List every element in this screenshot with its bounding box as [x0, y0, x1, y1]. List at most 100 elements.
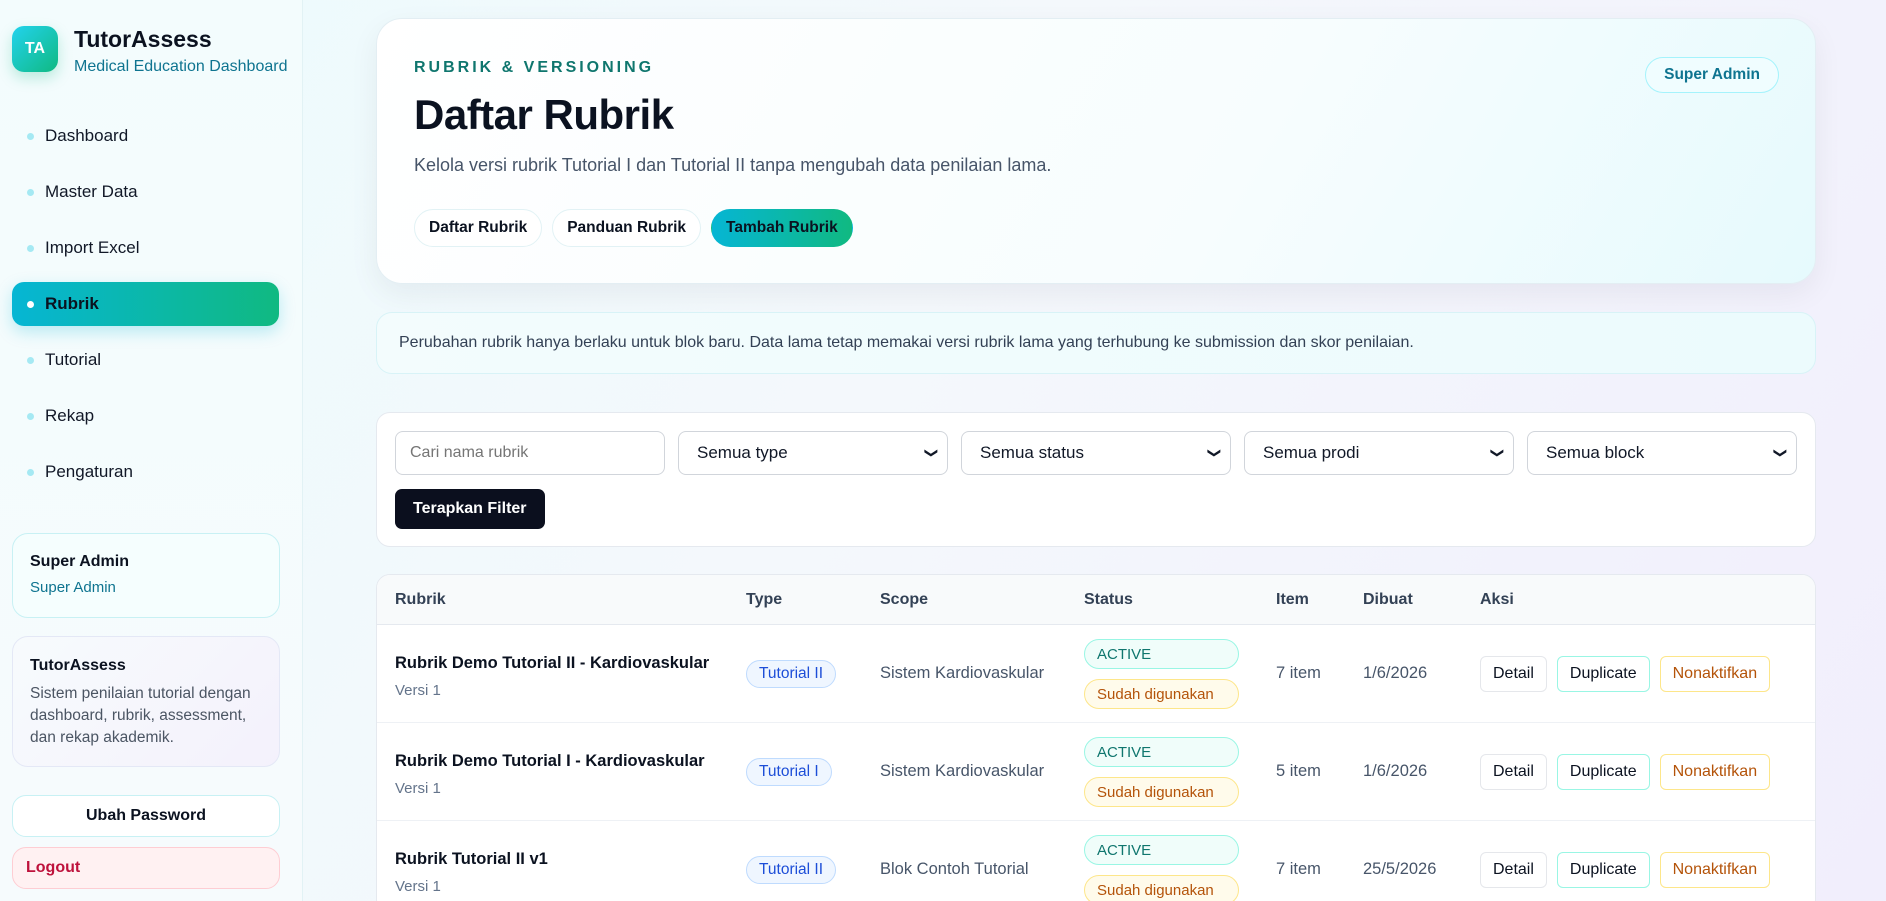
column-header-aksi: Aksi: [1480, 591, 1514, 608]
chevron-down-icon: ❯: [924, 447, 940, 459]
sidebar-item-label: Import Excel: [45, 238, 140, 257]
sidebar-nav: Dashboard Master Data Import Excel Rubri…: [12, 114, 279, 506]
page-header: RUBRIK & VERSIONING Daftar Rubrik Kelola…: [376, 18, 1816, 284]
sidebar-item-label: Dashboard: [45, 126, 129, 145]
info-notice: Perubahan rubrik hanya berlaku untuk blo…: [376, 312, 1816, 374]
column-header-scope: Scope: [880, 591, 929, 608]
detail-button[interactable]: Detail: [1480, 754, 1547, 790]
bullet-icon: [27, 412, 34, 420]
app-info-card: TutorAssess Sistem penilaian tutorial de…: [12, 636, 280, 767]
brand-subtitle: Medical Education Dashboard: [74, 58, 288, 75]
created-date: 1/6/2026: [1363, 762, 1428, 780]
change-password-button[interactable]: Ubah Password: [12, 795, 280, 837]
detail-button[interactable]: Detail: [1480, 656, 1547, 692]
status-badge: ACTIVE: [1084, 639, 1239, 669]
type-select[interactable]: Semua type ❯: [678, 431, 948, 475]
bullet-icon: [27, 468, 34, 476]
type-badge: Tutorial II: [746, 856, 837, 884]
duplicate-button[interactable]: Duplicate: [1556, 656, 1650, 692]
tab-daftar-rubrik[interactable]: Daftar Rubrik: [414, 209, 543, 247]
sidebar-item-pengaturan[interactable]: Pengaturan: [12, 450, 279, 494]
sidebar-item-label: Rubrik: [45, 294, 99, 313]
deactivate-button[interactable]: Nonaktifkan: [1659, 656, 1771, 692]
created-date: 1/6/2026: [1363, 664, 1428, 682]
brand[interactable]: TA TutorAssess Medical Education Dashboa…: [12, 26, 287, 76]
filter-panel: Semua type ❯ Semua status ❯ Semua prodi ❯ S…: [376, 412, 1816, 547]
duplicate-button[interactable]: Duplicate: [1556, 852, 1650, 888]
status-badge: ACTIVE: [1084, 835, 1239, 865]
status-select-value: Semua status: [980, 443, 1084, 462]
table-row: Rubrik Tutorial II v1 Versi 1 Tutorial II…: [377, 821, 1815, 901]
bullet-icon: [27, 132, 34, 140]
role-badge: Super Admin: [1645, 57, 1779, 93]
rubrik-scope: Sistem Kardiovaskular: [880, 664, 1045, 682]
type-select-value: Semua type: [697, 443, 788, 462]
deactivate-button[interactable]: Nonaktifkan: [1659, 754, 1771, 790]
block-select[interactable]: Semua block ❯: [1527, 431, 1797, 475]
sidebar-item-tutorial[interactable]: Tutorial: [12, 338, 279, 382]
item-count: 7 item: [1276, 860, 1321, 878]
column-header-status: Status: [1084, 591, 1133, 608]
bullet-icon: [27, 356, 34, 364]
app-info-title: TutorAssess: [30, 657, 126, 674]
user-card: Super Admin Super Admin: [12, 533, 280, 618]
sidebar-item-rekap[interactable]: Rekap: [12, 394, 279, 438]
type-badge: Tutorial II: [746, 660, 837, 688]
prodi-select-value: Semua prodi: [1263, 443, 1360, 462]
sidebar-item-rubrik[interactable]: Rubrik: [12, 282, 279, 326]
chevron-down-icon: ❯: [1773, 447, 1789, 459]
item-count: 5 item: [1276, 762, 1321, 780]
page-description: Kelola versi rubrik Tutorial I dan Tutor…: [414, 155, 1052, 175]
rubrik-name: Rubrik Demo Tutorial I - Kardiovaskular: [395, 752, 705, 770]
rubrik-name: Rubrik Tutorial II v1: [395, 850, 548, 868]
column-header-rubrik: Rubrik: [395, 591, 446, 608]
chevron-down-icon: ❯: [1207, 447, 1223, 459]
search-input[interactable]: [395, 431, 665, 475]
logout-button[interactable]: Logout: [12, 847, 280, 889]
usage-badge: Sudah digunakan: [1084, 875, 1239, 901]
created-date: 25/5/2026: [1363, 860, 1437, 878]
block-select-value: Semua block: [1546, 443, 1645, 462]
prodi-select[interactable]: Semua prodi ❯: [1244, 431, 1514, 475]
apply-filter-button[interactable]: Terapkan Filter: [395, 489, 545, 529]
column-header-type: Type: [746, 591, 783, 608]
column-header-dibuat: Dibuat: [1363, 591, 1413, 608]
rubrik-scope: Sistem Kardiovaskular: [880, 762, 1045, 780]
bullet-icon: [27, 300, 34, 308]
status-badge: ACTIVE: [1084, 737, 1239, 767]
type-badge: Tutorial I: [746, 758, 832, 786]
table-row: Rubrik Demo Tutorial I - Kardiovaskular V…: [377, 723, 1815, 821]
page-eyebrow: RUBRIK & VERSIONING: [414, 59, 655, 76]
add-rubrik-button[interactable]: Tambah Rubrik: [711, 209, 853, 247]
rubrik-version: Versi 1: [395, 682, 441, 699]
rubrik-version: Versi 1: [395, 780, 441, 797]
page-tabs: Daftar Rubrik Panduan Rubrik Tambah Rubr…: [414, 209, 863, 247]
app-info-description: Sistem penilaian tutorial dengan dashboa…: [30, 685, 251, 746]
user-name: Super Admin: [30, 553, 129, 570]
sidebar-item-import-excel[interactable]: Import Excel: [12, 226, 279, 270]
rubrik-scope: Blok Contoh Tutorial: [880, 860, 1029, 878]
usage-badge: Sudah digunakan: [1084, 777, 1239, 807]
deactivate-button[interactable]: Nonaktifkan: [1659, 852, 1771, 888]
sidebar-item-master-data[interactable]: Master Data: [12, 170, 279, 214]
status-select[interactable]: Semua status ❯: [961, 431, 1231, 475]
sidebar-item-label: Master Data: [45, 182, 138, 201]
duplicate-button[interactable]: Duplicate: [1556, 754, 1650, 790]
column-header-item: Item: [1276, 591, 1309, 608]
rubrik-version: Versi 1: [395, 878, 441, 895]
sidebar: TA TutorAssess Medical Education Dashboa…: [0, 0, 303, 901]
rubrik-table: Rubrik Type Scope Status Item Dibuat Aks…: [376, 574, 1816, 901]
user-role: Super Admin: [30, 579, 116, 596]
sidebar-item-dashboard[interactable]: Dashboard: [12, 114, 279, 158]
brand-logo: TA: [12, 26, 58, 72]
rubrik-name: Rubrik Demo Tutorial II - Kardiovaskular: [395, 654, 710, 672]
brand-title: TutorAssess: [74, 26, 212, 52]
detail-button[interactable]: Detail: [1480, 852, 1547, 888]
table-header: Rubrik Type Scope Status Item Dibuat Aks…: [377, 575, 1815, 625]
usage-badge: Sudah digunakan: [1084, 679, 1239, 709]
sidebar-item-label: Tutorial: [45, 350, 102, 369]
bullet-icon: [27, 188, 34, 196]
sidebar-item-label: Pengaturan: [45, 462, 133, 481]
tab-panduan-rubrik[interactable]: Panduan Rubrik: [552, 209, 702, 247]
chevron-down-icon: ❯: [1490, 447, 1506, 459]
